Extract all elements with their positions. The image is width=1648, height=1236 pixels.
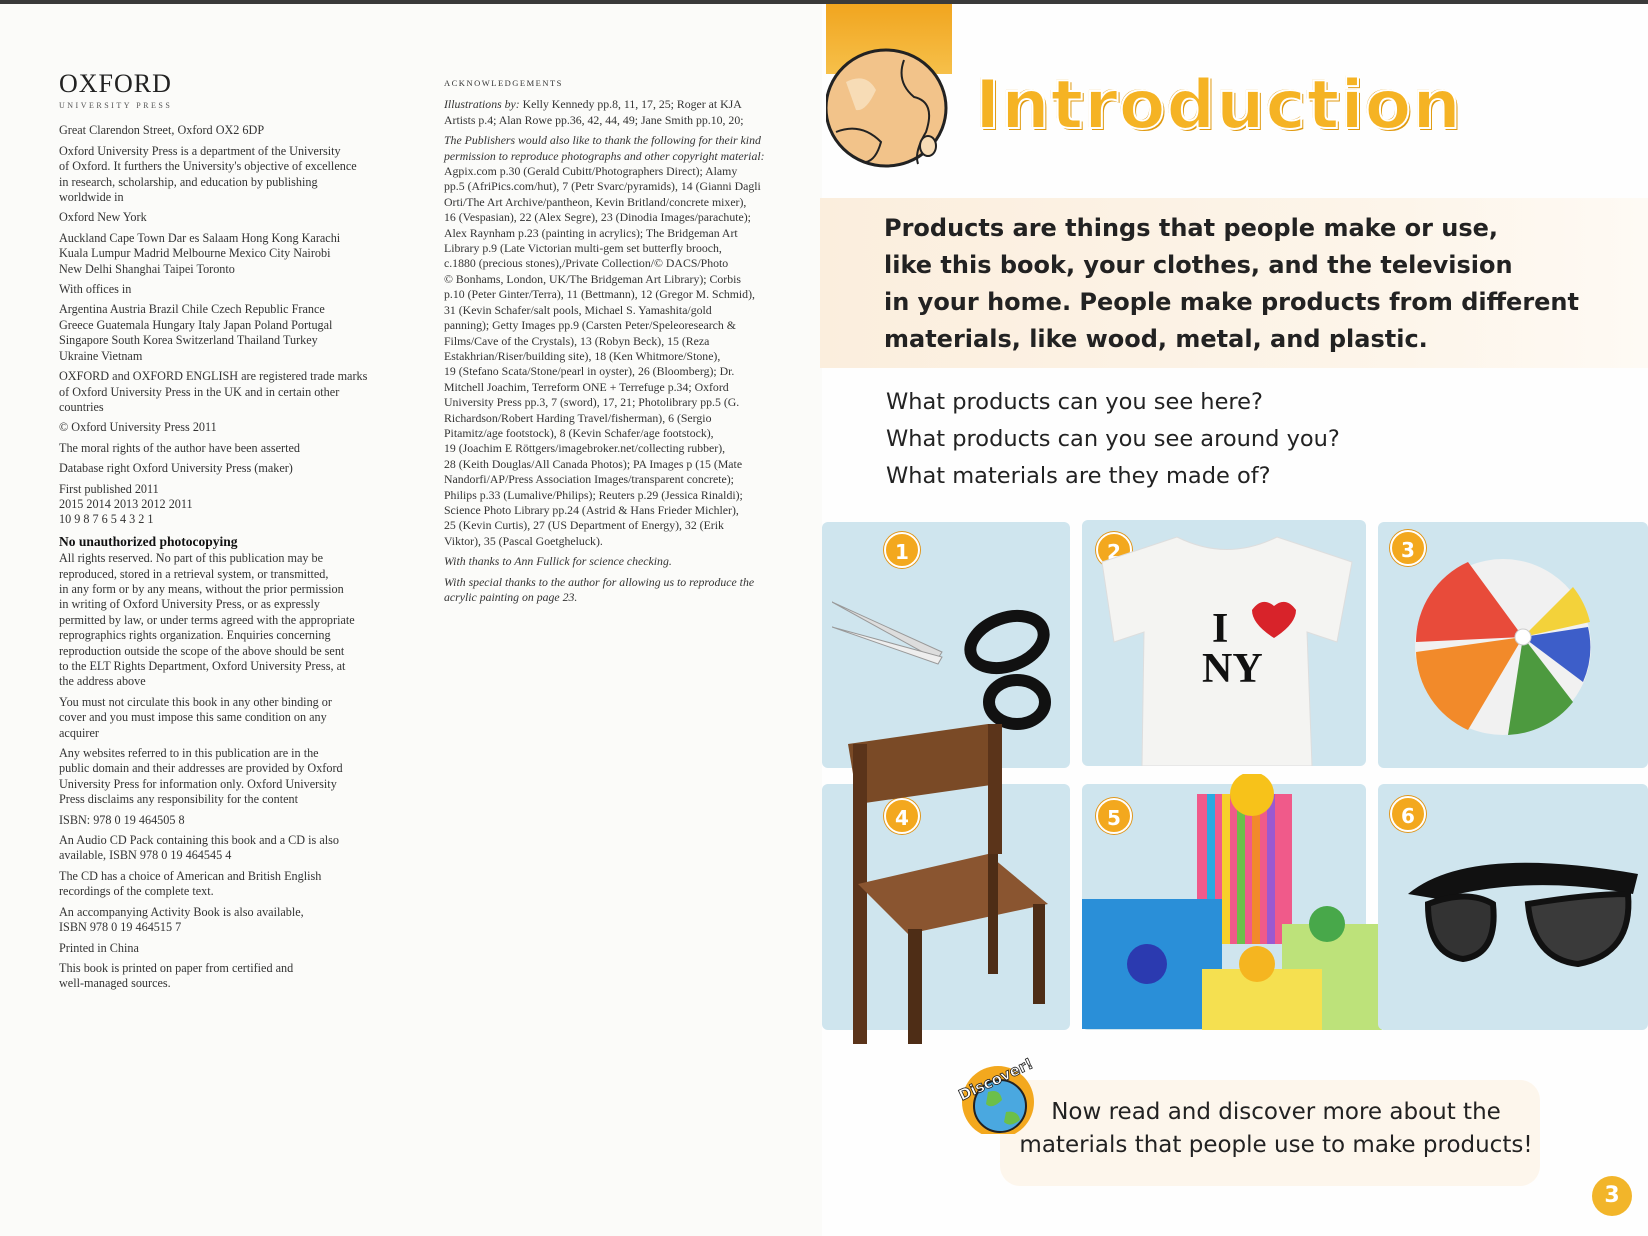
circulation-notice: You must not circulate this book in any … (59, 694, 332, 740)
sunglasses-icon (1408, 862, 1638, 968)
page-title: Introduction (974, 65, 1462, 146)
questions: What products can you see here? What pro… (886, 384, 1340, 495)
permissions-intro: The Publishers would also like to thank … (444, 133, 765, 163)
acknowledgements-heading: ACKNOWLEDGEMENTS (444, 78, 563, 88)
acknowledgements-column: ACKNOWLEDGEMENTS Illustrations by: Kelly… (444, 76, 794, 610)
photo-beach-ball: 3 (1378, 522, 1648, 768)
photocopying-heading: No unauthorized photocopying (59, 533, 238, 549)
cd-notice: The CD has a choice of American and Brit… (59, 868, 322, 899)
illustrations-credits: Illustrations by: Kelly Kennedy pp.8, 11… (444, 97, 794, 128)
photo-number: 6 (1390, 796, 1426, 832)
question: What products can you see around you? (886, 426, 1340, 452)
author-thanks: With special thanks to the author for al… (444, 574, 755, 604)
cities-main: Oxford New York (59, 210, 147, 225)
offices-label: With offices in (59, 282, 132, 297)
photo-credits: Agpix.com p.30 (Gerald Cubitt/Photograph… (444, 164, 761, 548)
t-shirt-print-ny: NY (1202, 646, 1263, 692)
database-right: Database right Oxford University Press (… (59, 461, 293, 476)
rights-reserved: All rights reserved. No part of this pub… (59, 551, 355, 689)
gift-boxes-icon (1082, 774, 1382, 1030)
oxford-logo-sub: UNIVERSITY PRESS (59, 101, 173, 110)
activity-book-notice: An accompanying Activity Book is also av… (59, 904, 304, 935)
photo-chair: 4 (822, 724, 1070, 1044)
websites-notice: Any websites referred to in this publica… (59, 746, 343, 807)
copyright-notice: © Oxford University Press 2011 (59, 420, 217, 435)
audio-cd-notice: An Audio CD Pack containing this book an… (59, 833, 339, 863)
question: What products can you see here? (886, 389, 1263, 415)
page-number: 3 (1592, 1176, 1632, 1216)
science-thanks: With thanks to Ann Fullick for science c… (444, 554, 672, 569)
chair-icon (848, 724, 1048, 1044)
paper-notice: This book is printed on paper from certi… (59, 960, 294, 991)
oup-description: Oxford University Press is a department … (59, 143, 357, 205)
printed-in: Printed in China (59, 940, 139, 955)
discover-text: Now read and discover more about the mat… (1019, 1099, 1533, 1158)
oxford-logo: OXFORD (59, 69, 172, 98)
trademark-notice: OXFORD and OXFORD ENGLISH are registered… (59, 369, 368, 414)
isbn: ISBN: 978 0 19 464505 8 (59, 812, 185, 827)
photo-gift-boxes: 5 (1082, 774, 1382, 1030)
intro-text: Products are things that people make or … (884, 214, 1579, 353)
publication-history: First published 2011 2015 2014 2013 2012… (59, 481, 193, 527)
globe-icon (826, 48, 948, 168)
copyright-column: OXFORD UNIVERSITY PRESS Great Clarendon … (59, 70, 409, 997)
photo-t-shirt: 2 I NY (1082, 520, 1366, 766)
photo-sunglasses: 6 (1378, 784, 1648, 1030)
address: Great Clarendon Street, Oxford OX2 6DP (59, 123, 265, 138)
t-shirt-icon: I NY (1101, 536, 1353, 766)
beach-ball-icon (1415, 559, 1591, 735)
illustrations-label: Illustrations by: (444, 97, 520, 112)
photo-number: 1 (884, 532, 920, 568)
question: What materials are they made of? (886, 463, 1271, 489)
moral-rights: The moral rights of the author have been… (59, 440, 300, 455)
offices-countries: Argentina Austria Brazil Chile Czech Rep… (59, 302, 333, 363)
cities: Auckland Cape Town Dar es Salaam Hong Ko… (59, 230, 341, 276)
left-page: OXFORD UNIVERSITY PRESS Great Clarendon … (0, 4, 822, 1236)
